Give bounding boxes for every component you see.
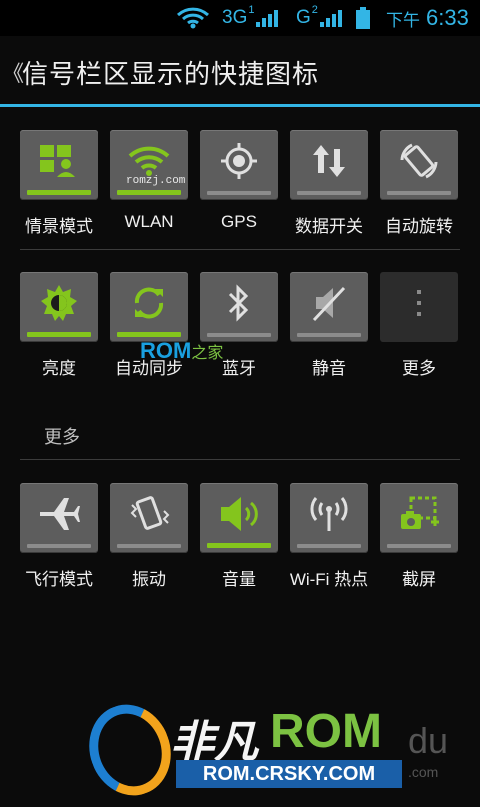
tile-vibrate[interactable] — [110, 483, 188, 553]
tile-label: WLAN — [124, 212, 174, 231]
tile-profile[interactable] — [20, 130, 98, 200]
toggle-indicator — [297, 544, 361, 548]
toggle-indicator — [207, 191, 271, 195]
page-title: 信号栏区显示的快捷图标 — [22, 59, 320, 89]
tile-bluetooth[interactable] — [200, 272, 278, 342]
sim1-signal: 3G 1 — [222, 4, 279, 30]
toggle-indicator — [117, 190, 181, 195]
watermark-rom-text: ROM — [140, 338, 192, 363]
tile-label: 更多 — [402, 359, 436, 378]
brightness-icon — [20, 278, 98, 328]
sim-number: 1 — [248, 4, 255, 16]
tile-label: 亮度 — [42, 359, 76, 378]
tile-hotspot[interactable] — [290, 483, 368, 553]
tile-label: 振动 — [132, 570, 166, 589]
toggle-indicator — [117, 544, 181, 548]
watermark-rom-suffix: 之家 — [191, 345, 224, 362]
tile-label: GPS — [221, 212, 257, 231]
tile-label: 静音 — [312, 359, 346, 378]
tile-wlan[interactable] — [110, 130, 188, 200]
toggle-indicator — [27, 332, 91, 337]
status-bar: 3G 1 G2 下午 6:33 — [0, 0, 480, 36]
vibrate-icon — [110, 489, 188, 539]
logo-rom: ROM — [270, 705, 382, 758]
logo-ring-icon — [76, 693, 184, 807]
watermark-romzj: ROM之家 — [140, 338, 223, 364]
bluetooth-icon — [200, 278, 278, 328]
more-icon — [380, 278, 458, 328]
sim2-signal: G2 — [296, 4, 342, 30]
watermark-small: romzj.com — [126, 175, 186, 187]
title-divider — [0, 104, 480, 107]
toggle-indicator — [117, 332, 181, 337]
tile-label: Wi-Fi 热点 — [289, 570, 369, 589]
sim-number: 2 — [311, 4, 318, 16]
action-bar: 《 信号栏区显示的快捷图标 — [0, 36, 480, 106]
signal-bars-icon — [319, 9, 342, 27]
airplane-icon — [20, 489, 98, 539]
data-icon — [290, 136, 368, 186]
toggle-indicator — [207, 333, 271, 337]
tile-brightness[interactable] — [20, 272, 98, 342]
tile-screenshot[interactable] — [380, 483, 458, 553]
mute-icon — [290, 278, 368, 328]
toggle-indicator — [387, 191, 451, 195]
wifi-signal-icon — [176, 6, 210, 30]
clock-ampm: 下午 — [386, 10, 420, 30]
back-icon[interactable]: 《 — [2, 56, 24, 88]
hotspot-icon — [290, 489, 368, 539]
rotate-icon — [380, 136, 458, 186]
row-divider — [20, 249, 460, 250]
toggle-indicator — [387, 544, 451, 548]
section-header-more: 更多 — [44, 427, 80, 447]
tile-autorotate[interactable] — [380, 130, 458, 200]
tile-label: 截屏 — [402, 570, 436, 589]
network-type-label: G — [296, 7, 311, 28]
screenshot-icon — [380, 489, 458, 539]
toggle-indicator — [297, 333, 361, 337]
watermark-logo: 非凡 ROM du ROM.CRSKY.COM .com — [76, 693, 460, 807]
clock-time: 6:33 — [426, 5, 469, 30]
toggle-indicator — [297, 191, 361, 195]
tile-gps[interactable] — [200, 130, 278, 200]
section-divider — [20, 459, 460, 460]
tile-label: 自动旋转 — [385, 217, 453, 236]
network-type-label: 3G — [222, 7, 248, 28]
profile-icon — [20, 136, 98, 186]
tile-label: 情景模式 — [25, 217, 93, 236]
gps-icon — [200, 136, 278, 186]
sync-icon — [110, 278, 188, 328]
toggle-indicator — [27, 190, 91, 195]
tile-label: 飞行模式 — [25, 570, 93, 589]
battery-icon — [356, 6, 370, 30]
tile-label: 数据开关 — [295, 217, 363, 236]
logo-com: .com — [408, 764, 439, 780]
tile-mute[interactable] — [290, 272, 368, 342]
tile-more[interactable] — [380, 272, 458, 342]
clock: 下午 6:33 — [386, 5, 469, 30]
toggle-indicator — [207, 543, 271, 548]
signal-bars-icon — [256, 9, 279, 27]
tile-volume[interactable] — [200, 483, 278, 553]
tile-airplane[interactable] — [20, 483, 98, 553]
toggle-indicator — [27, 544, 91, 548]
logo-du: du — [408, 720, 449, 761]
volume-icon — [200, 489, 278, 539]
tile-autosync[interactable] — [110, 272, 188, 342]
logo-url: ROM.CRSKY.COM — [176, 760, 402, 788]
tile-label: 音量 — [222, 570, 256, 589]
tile-data[interactable] — [290, 130, 368, 200]
